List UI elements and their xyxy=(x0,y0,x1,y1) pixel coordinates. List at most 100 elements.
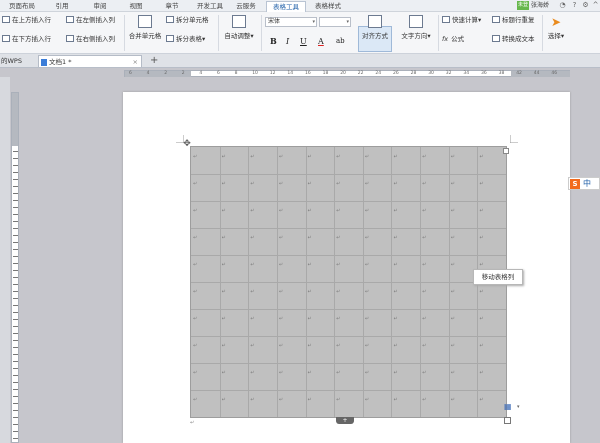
new-tab-button[interactable]: + xyxy=(150,55,160,67)
table-cell[interactable]: ↵ xyxy=(422,236,426,241)
table-cell[interactable]: ↵ xyxy=(479,155,483,160)
table-col-border[interactable] xyxy=(248,147,250,417)
table-cell[interactable]: ↵ xyxy=(479,398,483,403)
table-cell[interactable]: ↵ xyxy=(279,209,283,214)
table-cell[interactable]: ↵ xyxy=(479,182,483,187)
table-cell[interactable]: ↵ xyxy=(422,317,426,322)
table-cell[interactable]: ↵ xyxy=(393,371,397,376)
table-cell[interactable]: ↵ xyxy=(193,209,197,214)
table-cell[interactable]: ↵ xyxy=(365,236,369,241)
table-tools-float-icon[interactable]: ▦ xyxy=(504,402,516,412)
table-cell[interactable]: ↵ xyxy=(308,398,312,403)
user-name[interactable]: 张海娇 xyxy=(531,1,549,11)
table-cell[interactable]: ↵ xyxy=(336,398,340,403)
table-col-border[interactable] xyxy=(362,147,364,417)
quick-calc-button[interactable]: 快速计算▾ xyxy=(442,15,481,26)
table-cell[interactable]: ↵ xyxy=(308,182,312,187)
tab-review[interactable]: 审阅 xyxy=(88,1,112,12)
table-cell[interactable]: ↵ xyxy=(279,236,283,241)
vertical-ruler[interactable] xyxy=(11,92,19,443)
table-cell[interactable]: ↵ xyxy=(193,344,197,349)
table-cell[interactable]: ↵ xyxy=(250,371,254,376)
table-cell[interactable]: ↵ xyxy=(451,344,455,349)
table-cell[interactable]: ↵ xyxy=(279,371,283,376)
table-cell[interactable]: ↵ xyxy=(422,155,426,160)
table-cell[interactable]: ↵ xyxy=(422,344,426,349)
table-cell[interactable]: ↵ xyxy=(308,263,312,268)
table-cell[interactable]: ↵ xyxy=(365,182,369,187)
table-cell[interactable]: ↵ xyxy=(193,290,197,295)
table-cell[interactable]: ↵ xyxy=(451,155,455,160)
table-cell[interactable]: ↵ xyxy=(250,398,254,403)
highlight-button[interactable]: ab xyxy=(336,36,345,47)
table-cell[interactable]: ↵ xyxy=(422,290,426,295)
table-cell[interactable]: ↵ xyxy=(222,398,226,403)
table-cell[interactable]: ↵ xyxy=(308,317,312,322)
table-cell[interactable]: ↵ xyxy=(393,344,397,349)
table-cell[interactable]: ↵ xyxy=(393,182,397,187)
collapse-icon[interactable]: ^ xyxy=(591,1,600,10)
table-cell[interactable]: ↵ xyxy=(250,155,254,160)
table-cell[interactable]: ↵ xyxy=(336,209,340,214)
table-cell[interactable]: ↵ xyxy=(279,398,283,403)
table-cell[interactable]: ↵ xyxy=(193,182,197,187)
table-col-border[interactable] xyxy=(391,147,393,417)
table-cell[interactable]: ↵ xyxy=(393,236,397,241)
insert-row-above-button[interactable]: 在上方插入行 xyxy=(2,15,51,26)
table-cell[interactable]: ↵ xyxy=(336,155,340,160)
table-cell[interactable]: ↵ xyxy=(336,371,340,376)
table-cell[interactable]: ↵ xyxy=(279,263,283,268)
table-cell[interactable]: ↵ xyxy=(336,263,340,268)
text-direction-button[interactable]: 文字方向▾ xyxy=(396,15,436,40)
font-size-select[interactable]: ▾ xyxy=(319,17,351,27)
table-cell[interactable]: ↵ xyxy=(336,236,340,241)
table[interactable]: ↵ ↵ ↵ ↵ ↵ ↵ ↵ ↵ ↵ ↵ ↵ ↵ ↵ ↵ ↵ ↵ ↵ ↵ ↵ ↵ ↵ ↵ ↵ ↵ ↵ ↵ ↵ ↵ ↵ ↵ ↵ ↵ ↵ ↵ ↵ ↵ ↵ ↵ ↵ ↵… xyxy=(190,146,507,418)
insert-col-right-button[interactable]: 在右侧插入列 xyxy=(66,34,115,45)
table-cell[interactable]: ↵ xyxy=(193,263,197,268)
table-cell[interactable]: ↵ xyxy=(222,263,226,268)
bold-button[interactable]: B xyxy=(270,36,277,47)
chevron-down-icon[interactable]: ▾ xyxy=(517,404,520,410)
table-cell[interactable]: ↵ xyxy=(279,344,283,349)
table-cell[interactable]: ↵ xyxy=(279,317,283,322)
tab-cloud[interactable]: 云服务 xyxy=(232,1,260,12)
table-cell[interactable]: ↵ xyxy=(222,209,226,214)
table-cell[interactable]: ↵ xyxy=(222,371,226,376)
table-cell[interactable]: ↵ xyxy=(336,317,340,322)
to-text-button[interactable]: 转换成文本 xyxy=(492,34,535,45)
table-cell[interactable]: ↵ xyxy=(193,155,197,160)
table-cell[interactable]: ↵ xyxy=(336,344,340,349)
add-row-button[interactable]: + xyxy=(336,417,354,424)
table-cell[interactable]: ↵ xyxy=(479,317,483,322)
underline-button[interactable]: U xyxy=(300,36,307,47)
table-cell[interactable]: ↵ xyxy=(393,155,397,160)
table-cell[interactable]: ↵ xyxy=(393,317,397,322)
table-cell[interactable]: ↵ xyxy=(365,209,369,214)
table-cell[interactable]: ↵ xyxy=(479,371,483,376)
table-cell[interactable]: ↵ xyxy=(393,263,397,268)
font-name-select[interactable]: 宋体 ▾ xyxy=(265,17,317,27)
table-col-border[interactable] xyxy=(448,147,450,417)
table-cell[interactable]: ↵ xyxy=(365,344,369,349)
table-cell[interactable]: ↵ xyxy=(250,344,254,349)
table-cell[interactable]: ↵ xyxy=(451,290,455,295)
table-cell[interactable]: ↵ xyxy=(365,290,369,295)
close-tab-icon[interactable]: × xyxy=(133,56,138,68)
table-cell[interactable]: ↵ xyxy=(279,290,283,295)
table-cell[interactable]: ↵ xyxy=(308,290,312,295)
horizontal-ruler[interactable]: 6 4 2 2 4 6 8 10 12 14 16 18 20 22 24 26 28 30 32 34 36 38 42 4… xyxy=(124,70,570,77)
table-cell[interactable]: ↵ xyxy=(451,236,455,241)
table-cell[interactable]: ↵ xyxy=(279,182,283,187)
table-column-handle[interactable] xyxy=(503,148,509,154)
table-cell[interactable]: ↵ xyxy=(393,398,397,403)
ime-toolbar[interactable]: S 中 xyxy=(568,177,600,190)
table-cell[interactable]: ↵ xyxy=(222,155,226,160)
table-cell[interactable]: ↵ xyxy=(393,209,397,214)
select-button[interactable]: ➤ 选择▾ xyxy=(545,15,567,40)
tab-references[interactable]: 引用 xyxy=(50,1,74,12)
table-cell[interactable]: ↵ xyxy=(365,371,369,376)
tab-document1[interactable]: 文档1 * × xyxy=(38,55,142,67)
tab-chapter[interactable]: 章节 xyxy=(160,1,184,12)
italic-button[interactable]: I xyxy=(286,36,289,47)
table-cell[interactable]: ↵ xyxy=(193,371,197,376)
